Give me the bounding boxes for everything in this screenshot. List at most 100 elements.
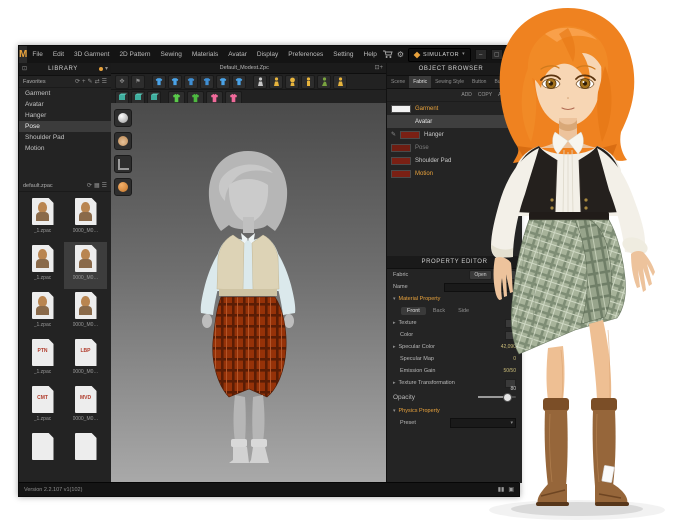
render-style-button[interactable] xyxy=(114,109,132,127)
menu-setting[interactable]: Setting xyxy=(328,51,358,58)
library-file[interactable]: PTN _1.zpac xyxy=(21,336,64,383)
avatar-tool-icon[interactable] xyxy=(269,75,283,89)
menu-display[interactable]: Display xyxy=(252,51,283,58)
measure-tool-button[interactable] xyxy=(114,155,132,173)
avatar-tool-icon[interactable] xyxy=(253,75,267,89)
emission-gain-row[interactable]: Emission Gain 50/50 xyxy=(387,365,522,377)
library-item-hanger[interactable]: Hanger xyxy=(19,110,111,121)
pan-tool-button[interactable]: ✥ xyxy=(115,75,129,89)
memory-icon[interactable]: ▣ xyxy=(508,486,514,493)
library-file[interactable]: _1.zpac xyxy=(21,242,64,289)
library-file[interactable] xyxy=(21,430,64,477)
menu-2d-pattern[interactable]: 2D Pattern xyxy=(114,51,155,58)
gear-icon[interactable]: ⚙ xyxy=(397,51,404,59)
maximize-button[interactable]: ▢ xyxy=(491,49,503,60)
add-icon[interactable]: + xyxy=(82,79,86,85)
library-item-motion[interactable]: Motion xyxy=(19,143,111,154)
slider-knob[interactable] xyxy=(503,393,512,402)
avatar-tool-icon[interactable] xyxy=(301,75,315,89)
garment-tool-icon[interactable] xyxy=(200,75,214,89)
avatar-tool-icon[interactable] xyxy=(333,75,347,89)
avatar-tool-icon[interactable] xyxy=(285,75,299,89)
garment-tool-icon[interactable] xyxy=(184,75,198,89)
fabric-row-garment[interactable]: Garment xyxy=(387,102,522,115)
library-file-selected[interactable]: 0000_M0… xyxy=(64,242,107,289)
open-button[interactable]: Open xyxy=(469,270,491,280)
library-file[interactable]: _1.zpac xyxy=(21,195,64,242)
library-menu-icon[interactable]: ▾ xyxy=(105,66,108,72)
assign-button[interactable]: ASSIGN xyxy=(498,92,517,98)
library-file[interactable]: 0000_M0… xyxy=(64,195,107,242)
fabric-row-hanger[interactable]: ✎ Hanger xyxy=(387,128,522,141)
library-file[interactable]: 0000_M0… xyxy=(64,289,107,336)
list-icon[interactable]: ☰ xyxy=(102,79,107,85)
library-item-garment[interactable]: Garment xyxy=(19,88,111,99)
edit-icon[interactable]: ✎ xyxy=(88,79,93,85)
tab-fabric[interactable]: Fabric xyxy=(409,76,431,88)
texture-slot[interactable] xyxy=(505,319,516,328)
library-file[interactable]: _1.zpac xyxy=(21,289,64,336)
viewport-canvas[interactable] xyxy=(111,103,386,483)
color-slot[interactable] xyxy=(505,331,516,340)
tab-sewing-style[interactable]: Sewing Style xyxy=(431,76,468,88)
simulator-button[interactable]: SIMULATOR ▾ xyxy=(408,48,471,62)
copy-button[interactable]: COPY xyxy=(478,92,492,98)
add-button[interactable]: ADD xyxy=(461,92,472,98)
list-view-icon[interactable]: ☰ xyxy=(102,183,107,189)
library-file[interactable]: CMT _1.zpac xyxy=(21,383,64,430)
library-file[interactable]: LBP 0000_M0… xyxy=(64,336,107,383)
garment-tool-icon[interactable] xyxy=(232,75,246,89)
texture-transformation-row[interactable]: ▸ Texture Transformation xyxy=(387,377,522,389)
tab-front[interactable]: Front xyxy=(401,307,426,315)
pause-icon[interactable]: ▮▮ xyxy=(498,486,505,493)
menu-help[interactable]: Help xyxy=(359,51,382,58)
menu-sewing[interactable]: Sewing xyxy=(156,51,187,58)
library-item-shoulder-pad[interactable]: Shoulder Pad xyxy=(19,132,111,143)
tab-scene[interactable]: Scene xyxy=(387,76,409,88)
mannequin-3d-model[interactable] xyxy=(173,145,323,465)
fabric-row-motion[interactable]: Motion xyxy=(387,167,522,180)
minimize-button[interactable]: – xyxy=(475,49,487,60)
refresh-icon[interactable]: ⟳ xyxy=(87,183,92,189)
library-item-avatar[interactable]: Avatar xyxy=(19,99,111,110)
add-tab-icon[interactable]: + xyxy=(379,65,383,71)
dock-icon[interactable]: ⊡ xyxy=(22,66,27,72)
material-property-section[interactable]: ▾ Material Property xyxy=(387,293,522,305)
avatar-display-button[interactable] xyxy=(114,132,132,150)
app-logo[interactable]: M xyxy=(19,46,27,63)
name-field[interactable] xyxy=(444,283,516,292)
fabric-row-shoulder-pad[interactable]: Shoulder Pad xyxy=(387,154,522,167)
tab-buttonhole[interactable]: Buttonh xyxy=(490,76,515,88)
material-sphere-button[interactable] xyxy=(114,178,132,196)
cart-icon[interactable] xyxy=(382,50,393,59)
menu-preferences[interactable]: Preferences xyxy=(283,51,328,58)
specular-map-row[interactable]: Specular Map 0 xyxy=(387,353,522,365)
menu-file[interactable]: File xyxy=(27,51,47,58)
library-file[interactable]: MVD 0000_M0… xyxy=(64,383,107,430)
tab-back[interactable]: Back xyxy=(427,307,451,315)
close-button[interactable]: ✕ xyxy=(507,49,519,60)
garment-tool-icon[interactable] xyxy=(152,75,166,89)
color-row[interactable]: Color xyxy=(387,329,522,341)
library-item-pose[interactable]: Pose xyxy=(19,121,111,132)
library-file[interactable] xyxy=(64,430,107,477)
grid-view-icon[interactable]: ▦ xyxy=(94,183,100,189)
flag-tool-button[interactable]: ⚑ xyxy=(131,75,145,89)
fabric-row-avatar[interactable]: Avatar xyxy=(387,115,522,128)
dock-icon[interactable]: ⊡ xyxy=(514,66,519,72)
physics-property-section[interactable]: ▾ Physics Property xyxy=(387,405,522,417)
menu-materials[interactable]: Materials xyxy=(187,51,223,58)
menu-avatar[interactable]: Avatar xyxy=(223,51,252,58)
refresh-icon[interactable]: ⟳ xyxy=(75,79,80,85)
garment-tool-icon[interactable] xyxy=(168,75,182,89)
swap-icon[interactable]: ⇄ xyxy=(95,79,100,85)
save-button[interactable]: Save xyxy=(495,270,516,280)
menu-3d-garment[interactable]: 3D Garment xyxy=(69,51,114,58)
menu-edit[interactable]: Edit xyxy=(48,51,69,58)
opacity-slider[interactable]: 80 xyxy=(478,393,516,401)
texture-row[interactable]: ▸ Texture xyxy=(387,317,522,329)
specular-color-row[interactable]: ▸ Specular Color 42,090 xyxy=(387,341,522,353)
fabric-row-pose[interactable]: Pose xyxy=(387,141,522,154)
tab-side[interactable]: Side xyxy=(452,307,475,315)
tab-button[interactable]: Button xyxy=(468,76,490,88)
